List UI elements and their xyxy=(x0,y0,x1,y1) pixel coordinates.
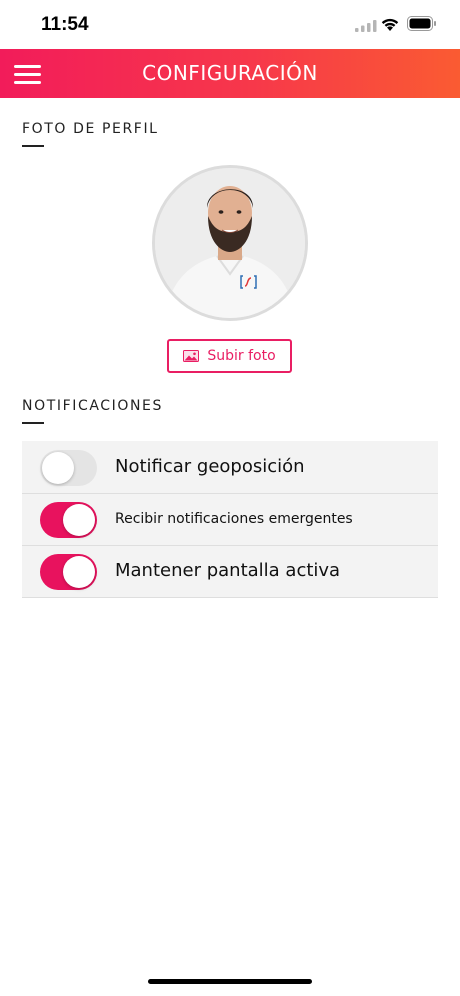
avatar xyxy=(152,165,308,321)
list-item-popup-notifications: Recibir notificaciones emergentes xyxy=(22,494,438,546)
cellular-signal-icon xyxy=(355,20,377,32)
keep-screen-on-toggle[interactable] xyxy=(40,554,97,590)
section-underline xyxy=(22,422,44,424)
list-item-keep-screen-on: Mantener pantalla activa xyxy=(22,546,438,598)
toggle-knob xyxy=(63,556,95,588)
status-bar: 11:54 xyxy=(0,0,460,49)
upload-photo-button[interactable]: Subir foto xyxy=(167,339,292,373)
keep-screen-on-label: Mantener pantalla activa xyxy=(115,560,341,581)
hamburger-menu-icon[interactable] xyxy=(14,65,41,84)
popup-notifications-label: Recibir notificaciones emergentes xyxy=(115,511,353,527)
app-header: CONFIGURACIÓN xyxy=(0,49,460,98)
section-underline xyxy=(22,145,44,147)
upload-photo-label: Subir foto xyxy=(207,348,276,364)
status-time: 11:54 xyxy=(41,14,89,35)
toggle-knob xyxy=(63,504,95,536)
geoposition-label: Notificar geoposición xyxy=(115,456,305,477)
page-title: CONFIGURACIÓN xyxy=(142,61,318,85)
profile-section-title: FOTO DE PERFIL xyxy=(22,121,159,137)
image-icon xyxy=(183,350,200,362)
popup-notifications-toggle[interactable] xyxy=(40,502,97,538)
notifications-list: Notificar geoposición Recibir notificaci… xyxy=(22,441,438,598)
notifications-section-title: NOTIFICACIONES xyxy=(22,398,163,414)
profile-photo xyxy=(155,168,305,318)
list-item-geoposition: Notificar geoposición xyxy=(22,441,438,494)
home-indicator xyxy=(148,979,312,984)
toggle-knob xyxy=(42,452,74,484)
wifi-icon xyxy=(381,18,399,31)
battery-icon xyxy=(407,16,436,31)
geoposition-toggle[interactable] xyxy=(40,450,97,486)
